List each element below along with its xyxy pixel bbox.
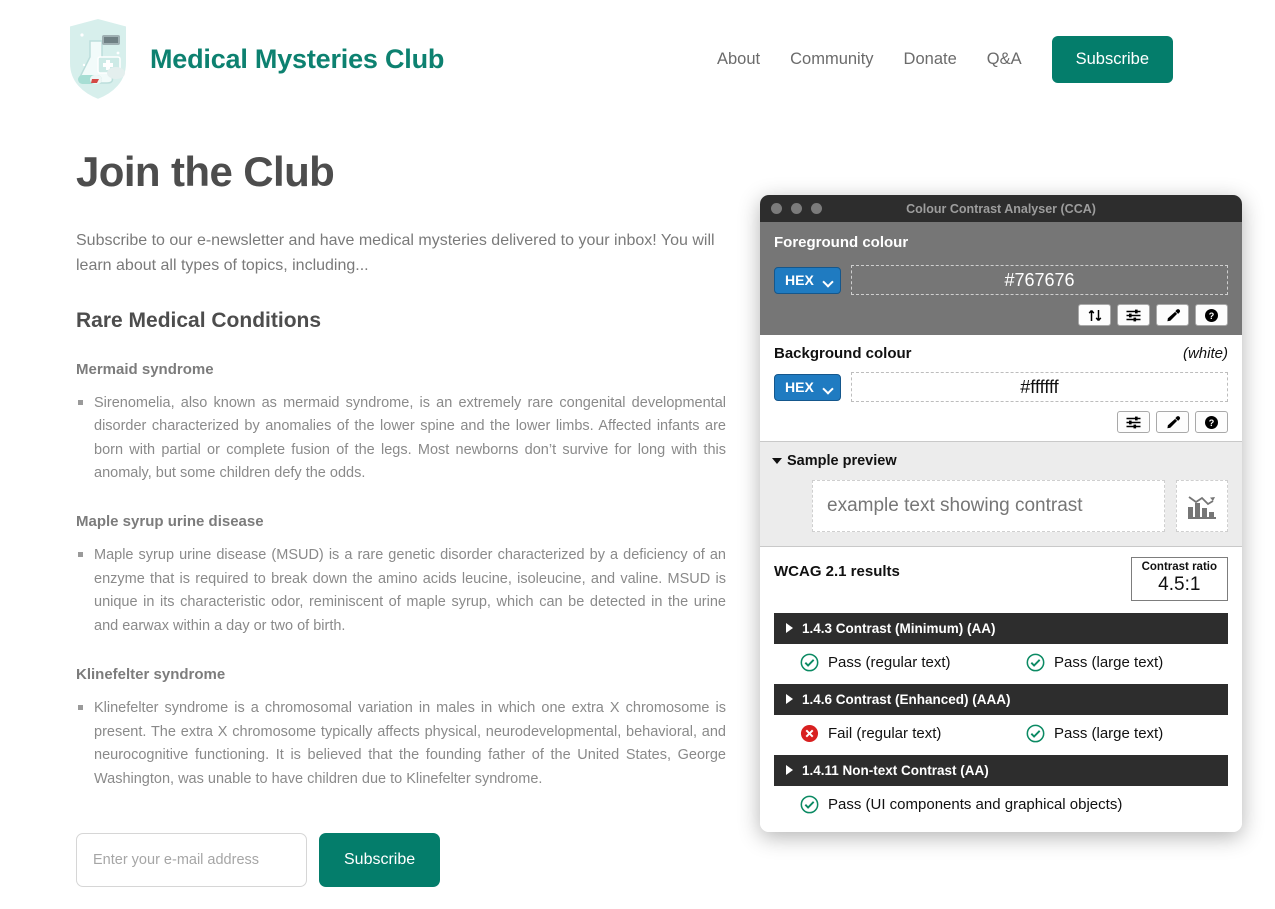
criterion-header-146[interactable]: 1.4.6 Contrast (Enhanced) (AAA) (774, 683, 1228, 715)
svg-text:?: ? (1209, 311, 1215, 321)
background-format-select[interactable]: HEX (774, 373, 841, 401)
condition-list-mermaid: Sirenomelia, also known as mermaid syndr… (76, 392, 726, 486)
sliders-icon[interactable] (1117, 304, 1150, 326)
condition-title-klinefelter: Klinefelter syndrome (76, 666, 226, 684)
nav-item-qa[interactable]: Q&A (987, 50, 1022, 69)
condition-title-msud: Maple syrup urine disease (76, 513, 264, 531)
eyedropper-icon[interactable] (1156, 411, 1189, 433)
page-title: Join the Club (76, 148, 335, 195)
background-format-select-wrap[interactable]: HEX (774, 373, 841, 401)
cca-titlebar[interactable]: Colour Contrast Analyser (CCA) (760, 195, 1242, 222)
sample-text: example text showing contrast (812, 480, 1165, 532)
result-item: Pass (UI components and graphical object… (800, 795, 1122, 814)
criterion-header-143[interactable]: 1.4.3 Contrast (Minimum) (AA) (774, 612, 1228, 644)
foreground-buttons: ? (774, 304, 1228, 326)
nav-item-donate[interactable]: Donate (904, 50, 957, 69)
cca-window-title: Colour Contrast Analyser (CCA) (906, 201, 1096, 216)
result-text: Fail (regular text) (828, 724, 942, 742)
main-content: Join the Club Subscribe to our e-newslet… (76, 148, 726, 909)
background-header: Background colour (white) (774, 345, 1228, 362)
foreground-label: Foreground colour (774, 234, 909, 251)
nav-item-about[interactable]: About (717, 50, 760, 69)
webpage-root: Medical Mysteries Club About Community D… (0, 0, 1275, 909)
pass-check-icon (1026, 653, 1045, 672)
criterion-label: 1.4.11 Non-text Contrast (AA) (802, 762, 989, 778)
criterion-label: 1.4.6 Contrast (Enhanced) (AAA) (802, 691, 1011, 707)
close-button[interactable] (771, 203, 782, 214)
background-section: Background colour (white) HEX #ffffff ? (760, 335, 1242, 442)
sample-row: example text showing contrast (774, 480, 1228, 532)
header-subscribe-button[interactable]: Subscribe (1051, 35, 1173, 83)
list-item: Klinefelter syndrome is a chromosomal va… (76, 697, 726, 791)
foreground-hex-input[interactable] (851, 265, 1228, 295)
list-item: Maple syrup urine disease (MSUD) is a ra… (76, 544, 726, 638)
site-header: Medical Mysteries Club About Community D… (0, 0, 1245, 118)
foreground-format-select[interactable]: HEX (774, 266, 841, 294)
sample-preview-disclosure[interactable]: Sample preview (772, 453, 1228, 469)
maximize-button[interactable] (811, 203, 822, 214)
pass-check-icon (800, 795, 819, 814)
condition-title-mermaid: Mermaid syndrome (76, 360, 214, 378)
background-row: HEX (774, 372, 1228, 402)
criterion-results-146: Fail (regular text) Pass (large text) (774, 715, 1228, 748)
nav-item-community[interactable]: Community (790, 50, 873, 69)
intro-paragraph: Subscribe to our e-newsletter and have m… (76, 232, 715, 275)
window-controls[interactable] (771, 203, 822, 214)
email-input[interactable] (76, 833, 307, 888)
chevron-right-icon (786, 765, 793, 776)
result-item: Pass (large text) (1026, 724, 1163, 743)
background-label: Background colour (774, 345, 912, 362)
svg-text:?: ? (1209, 418, 1215, 428)
condition-list-msud: Maple syrup urine disease (MSUD) is a ra… (76, 544, 726, 638)
result-item: Pass (regular text) (800, 653, 1026, 672)
criterion-results-1411: Pass (UI components and graphical object… (774, 786, 1228, 819)
result-item: Fail (regular text) (800, 724, 1026, 743)
bar-chart-declining-icon (1176, 480, 1228, 532)
contrast-ratio-value: 4.5:1 (1158, 573, 1201, 595)
fail-cross-icon (800, 724, 819, 742)
chevron-right-icon (786, 623, 793, 634)
help-icon[interactable]: ? (1195, 411, 1228, 433)
cca-window: Colour Contrast Analyser (CCA) Foregroun… (760, 195, 1242, 832)
result-item: Pass (large text) (1026, 653, 1163, 672)
foreground-row: HEX (774, 265, 1228, 295)
foreground-format-select-wrap[interactable]: HEX (774, 266, 841, 294)
wcag-header: WCAG 2.1 results Contrast ratio 4.5:1 (774, 557, 1228, 601)
sample-preview-section: Sample preview example text showing cont… (760, 442, 1242, 547)
subscribe-button[interactable]: Subscribe (319, 833, 441, 888)
criterion-header-1411[interactable]: 1.4.11 Non-text Contrast (AA) (774, 754, 1228, 786)
background-colour-note: (white) (1182, 345, 1228, 362)
criterion-label: 1.4.3 Contrast (Minimum) (AA) (802, 620, 996, 636)
sample-preview-label: Sample preview (787, 453, 897, 469)
criterion-results-143: Pass (regular text) Pass (large text) (774, 644, 1228, 677)
subscribe-form: Subscribe (76, 833, 726, 888)
pass-check-icon (800, 653, 819, 672)
foreground-section: Foreground colour HEX #767676 ? (760, 222, 1242, 335)
chevron-right-icon (786, 694, 793, 705)
background-hex-input[interactable] (851, 372, 1228, 402)
brand-name: Medical Mysteries Club (150, 43, 445, 74)
brand[interactable]: Medical Mysteries Club (62, 13, 444, 105)
swap-arrows-icon[interactable] (1078, 304, 1111, 326)
eyedropper-icon[interactable] (1156, 304, 1189, 326)
result-text: Pass (regular text) (828, 653, 951, 671)
help-icon[interactable]: ? (1195, 304, 1228, 326)
contrast-ratio-label: Contrast ratio (1141, 561, 1217, 573)
medical-shield-logo-icon (62, 13, 134, 105)
pass-check-icon (1026, 724, 1045, 743)
result-text: Pass (large text) (1054, 724, 1164, 742)
section-title: Rare Medical Conditions (76, 308, 322, 332)
wcag-results-section: WCAG 2.1 results Contrast ratio 4.5:1 1.… (760, 547, 1242, 832)
sliders-icon[interactable] (1117, 411, 1150, 433)
main-nav: About Community Donate Q&A Subscribe (717, 35, 1173, 83)
contrast-ratio-box: Contrast ratio 4.5:1 (1130, 557, 1228, 601)
result-text: Pass (UI components and graphical object… (828, 795, 1123, 813)
background-buttons: ? (774, 411, 1228, 433)
list-item: Sirenomelia, also known as mermaid syndr… (76, 392, 726, 486)
chevron-down-icon (772, 458, 782, 464)
minimize-button[interactable] (791, 203, 802, 214)
wcag-results-title: WCAG 2.1 results (774, 563, 900, 580)
result-text: Pass (large text) (1054, 653, 1164, 671)
condition-list-klinefelter: Klinefelter syndrome is a chromosomal va… (76, 697, 726, 791)
